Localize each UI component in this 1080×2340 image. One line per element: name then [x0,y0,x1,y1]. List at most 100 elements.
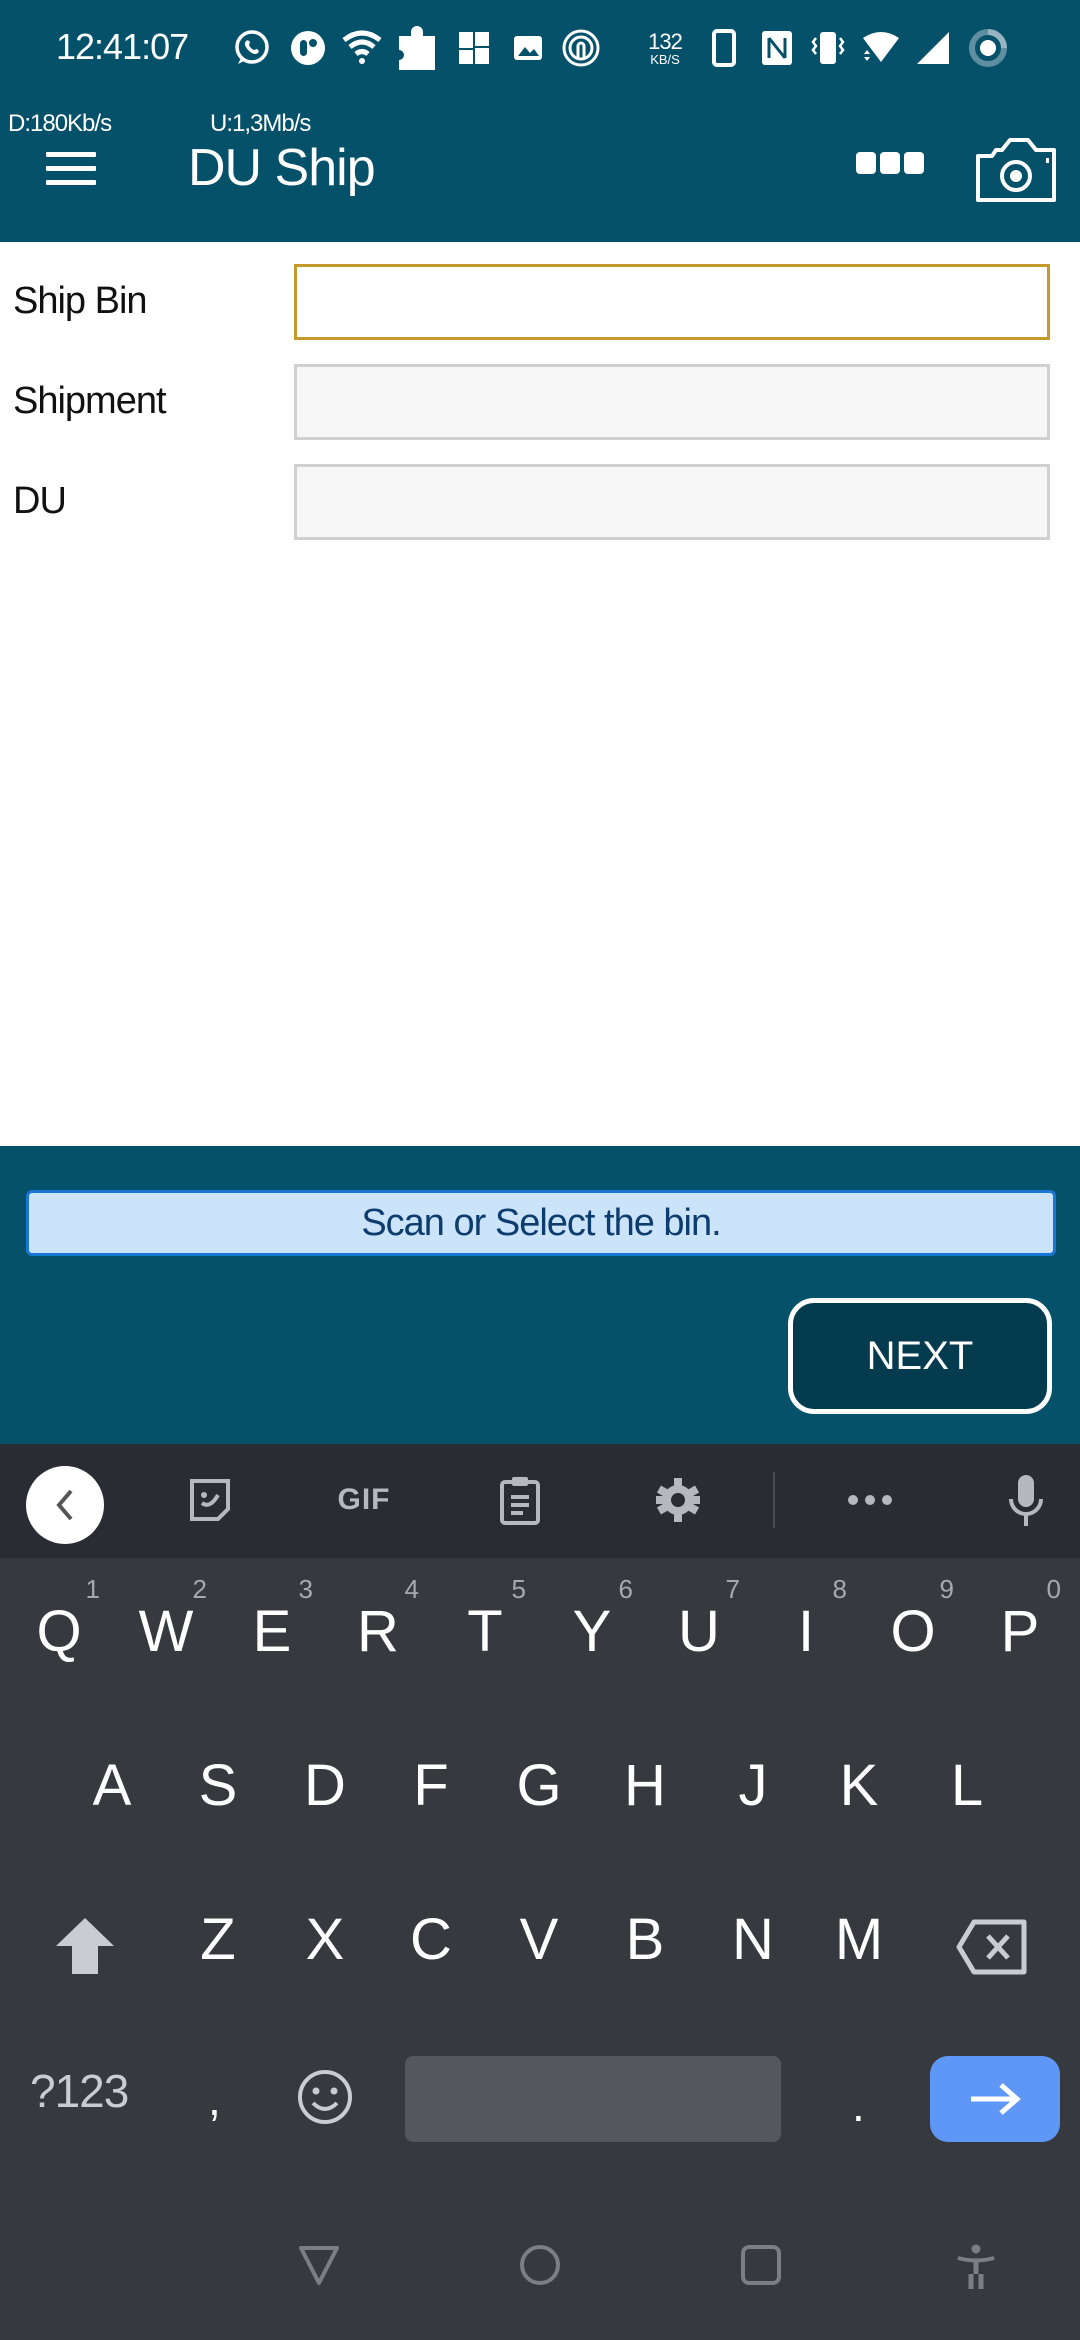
key-hint: 0 [1046,1574,1061,1604]
key-hint: 5 [511,1574,526,1604]
key-o[interactable]: O9 [868,1574,958,1665]
image-icon [510,24,546,72]
key-hint: 3 [298,1574,313,1604]
du-field[interactable] [294,464,1050,540]
key-label: P [1000,1599,1040,1664]
key-p[interactable]: P0 [975,1574,1065,1665]
shipment-field[interactable] [294,364,1050,440]
key-m[interactable]: M [814,1906,904,1973]
key-h[interactable]: H [600,1752,690,1819]
key-z[interactable]: Z [173,1906,263,1973]
nav-back-icon[interactable] [298,2244,340,2286]
key-label: R [357,1599,399,1664]
key-hint: 1 [85,1574,100,1604]
wifi-signal-icon [860,24,902,72]
du-label: DU [13,480,67,522]
whatsapp-icon [232,24,272,72]
key-k[interactable]: K [814,1752,904,1819]
network-speed-value: 132 [648,28,683,54]
comma-key[interactable]: , [208,2072,221,2126]
nav-home-icon[interactable] [518,2244,562,2286]
key-n[interactable]: N [708,1906,798,1973]
key-i[interactable]: I8 [761,1574,851,1665]
status-time: 12:41:07 [56,26,189,67]
network-speed-unit: KB/S [650,51,680,67]
key-c[interactable]: C [386,1906,476,1973]
camera-icon[interactable] [974,138,1058,204]
wifi-icon [342,24,382,72]
upload-speed: U:1,3Mb/s [210,110,311,137]
cell-signal-icon [914,24,952,72]
more-options-icon[interactable] [856,152,926,182]
network-speed-indicator: 132 KB/S [640,24,690,72]
more-dots-icon[interactable] [840,1468,900,1532]
hamburger-menu-icon[interactable] [46,148,100,192]
key-j[interactable]: J [708,1752,798,1819]
key-f[interactable]: F [386,1752,476,1819]
photo-collage-icon [454,24,494,72]
status-message: Scan or Select the bin. [26,1190,1056,1256]
key-w[interactable]: W2 [121,1574,211,1665]
emoji-icon[interactable] [296,2068,354,2126]
toolbar-divider [773,1472,775,1528]
puzzle-icon [396,24,438,72]
key-hint: 6 [618,1574,633,1604]
clipboard-icon[interactable] [490,1468,550,1532]
key-label: I [797,1599,815,1664]
key-label: U [678,1599,720,1664]
backspace-icon[interactable] [956,1918,1030,1976]
shipment-label: Shipment [13,380,167,422]
key-hint: 8 [832,1574,847,1604]
nfc-icon [758,24,796,72]
key-v[interactable]: V [494,1906,584,1973]
notification-app-icon [288,24,328,72]
key-s[interactable]: S [173,1752,263,1819]
page-title: DU Ship [188,139,376,197]
key-label: Q [36,1599,82,1664]
key-hint: 9 [939,1574,954,1604]
key-hint: 2 [192,1574,207,1604]
vibrate-icon [808,24,848,72]
battery-ring-icon [966,24,1010,72]
collapse-chevron-icon[interactable] [26,1466,104,1544]
key-g[interactable]: G [494,1752,584,1819]
period-key[interactable]: . [852,2078,865,2132]
ship-bin-input[interactable] [297,267,1047,337]
settings-gear-icon[interactable] [648,1468,708,1532]
key-label: T [467,1599,503,1664]
phone-outline-icon [708,24,740,72]
enter-key[interactable] [930,2056,1060,2142]
download-speed: D:180Kb/s [8,110,112,137]
key-e[interactable]: E3 [227,1574,317,1665]
gif-icon[interactable]: GIF [326,1468,402,1532]
arrow-right-icon [971,2083,1021,2115]
key-label: E [252,1599,292,1664]
sticker-icon[interactable] [180,1468,240,1532]
key-label: W [138,1599,194,1664]
nav-recents-icon[interactable] [740,2244,784,2286]
key-y[interactable]: Y6 [547,1574,637,1665]
shift-key[interactable] [52,1916,118,1976]
key-hint: 7 [725,1574,740,1604]
key-q[interactable]: Q1 [14,1574,104,1665]
key-a[interactable]: A [67,1752,157,1819]
key-label: Y [572,1599,612,1664]
next-button[interactable]: NEXT [788,1298,1052,1414]
symbols-key[interactable]: ?123 [30,2064,129,2118]
key-x[interactable]: X [280,1906,370,1973]
key-u[interactable]: U7 [654,1574,744,1665]
key-label: O [890,1599,936,1664]
key-l[interactable]: L [922,1752,1012,1819]
du-input[interactable] [297,467,1047,537]
key-t[interactable]: T5 [440,1574,530,1665]
accessibility-icon[interactable] [954,2244,998,2289]
microphone-icon[interactable] [996,1468,1056,1532]
space-bar[interactable] [405,2056,781,2142]
key-hint: 4 [404,1574,419,1604]
key-b[interactable]: B [600,1906,690,1973]
shipment-input[interactable] [297,367,1047,437]
key-r[interactable]: R4 [333,1574,423,1665]
life360-icon [560,24,602,72]
ship-bin-field[interactable] [294,264,1050,340]
key-d[interactable]: D [280,1752,370,1819]
